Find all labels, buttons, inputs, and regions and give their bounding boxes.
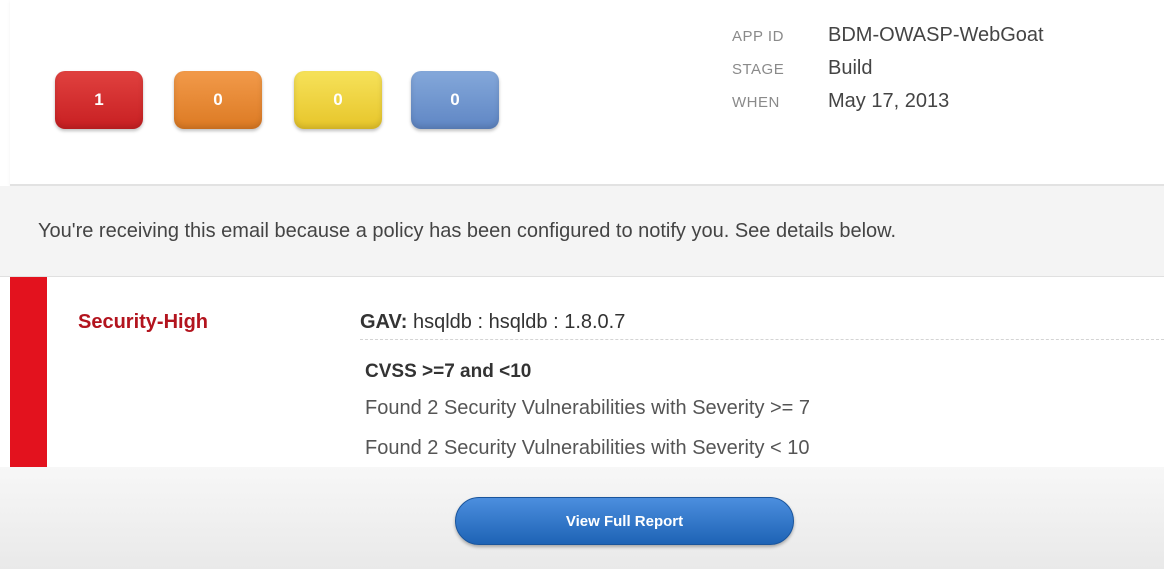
app-id-row: APP ID BDM-OWASP-WebGoat (732, 24, 1044, 57)
when-row: WHEN May 17, 2013 (732, 90, 1044, 123)
critical-count-badge: 1 (55, 71, 143, 129)
stage-label: STAGE (732, 61, 785, 78)
gav-label: GAV: (360, 311, 408, 333)
when-value: May 17, 2013 (828, 90, 950, 112)
condition-item: Found 2 Security Vulnerabilities with Se… (365, 437, 810, 459)
threat-level-label: Security-High (78, 311, 209, 333)
component-gav: GAV: hsqldb : hsqldb : 1.8.0.7 (360, 311, 1164, 340)
summary-header: 1 0 0 0 APP ID BDM-OWASP-WebGoat STAGE B… (10, 0, 1164, 186)
policy-notification-email: 1 0 0 0 APP ID BDM-OWASP-WebGoat STAGE B… (0, 0, 1164, 569)
severe-count-badge: 0 (174, 71, 262, 129)
when-label: WHEN (732, 94, 780, 111)
notice-text: You're receiving this email because a po… (38, 220, 897, 242)
stage-value: Build (828, 57, 873, 79)
low-count-badge: 0 (411, 71, 499, 129)
view-full-report-button[interactable]: View Full Report (455, 497, 794, 545)
email-footer: View Full Report (0, 467, 1164, 569)
constraint-title: CVSS >=7 and <10 (365, 361, 532, 382)
gav-value: hsqldb : hsqldb : 1.8.0.7 (407, 311, 626, 333)
severity-indicator-bar (10, 277, 47, 467)
app-id-label: APP ID (732, 28, 784, 45)
notification-notice: You're receiving this email because a po… (0, 186, 1164, 277)
policy-violation: Security-High GAV: hsqldb : hsqldb : 1.8… (10, 277, 1164, 467)
application-meta: APP ID BDM-OWASP-WebGoat STAGE Build WHE… (732, 24, 1044, 123)
app-id-value: BDM-OWASP-WebGoat (828, 24, 1044, 46)
moderate-count-badge: 0 (294, 71, 382, 129)
condition-item: Found 2 Security Vulnerabilities with Se… (365, 397, 811, 419)
stage-row: STAGE Build (732, 57, 1044, 90)
